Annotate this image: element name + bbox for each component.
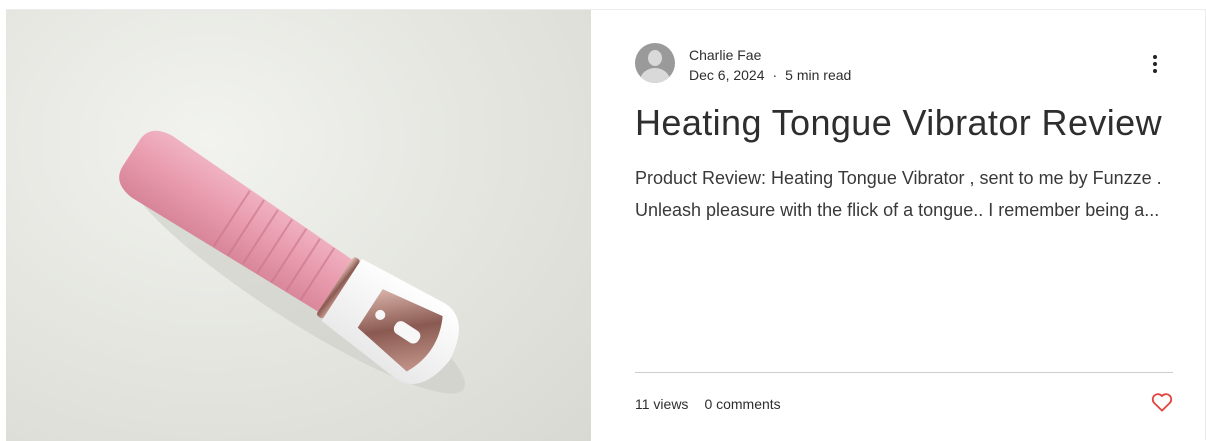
author-name[interactable]: Charlie Fae <box>689 47 761 63</box>
user-placeholder-icon <box>648 50 662 66</box>
author-avatar[interactable] <box>635 43 675 83</box>
product-photo <box>119 130 466 394</box>
meta-separator: · <box>772 67 778 83</box>
read-time: 5 min read <box>785 67 852 83</box>
heart-icon[interactable] <box>1151 392 1173 412</box>
more-vertical-icon[interactable] <box>1145 53 1165 75</box>
post-excerpt[interactable]: Product Review: Heating Tongue Vibrator … <box>635 162 1175 226</box>
post-title[interactable]: Heating Tongue Vibrator Review <box>635 102 1162 144</box>
post-card[interactable]: Charlie Fae Dec 6, 2024 · 5 min read Heati… <box>6 9 1206 441</box>
views-count: 11 views <box>635 396 689 412</box>
post-cover-image[interactable] <box>6 10 591 441</box>
post-meta: Dec 6, 2024 · 5 min read <box>689 67 851 83</box>
comments-count[interactable]: 0 comments <box>704 396 780 412</box>
post-date: Dec 6, 2024 <box>689 67 765 83</box>
divider <box>635 372 1173 373</box>
post-content: Charlie Fae Dec 6, 2024 · 5 min read Heati… <box>635 10 1173 440</box>
post-stats: 11 views 0 comments <box>635 396 781 412</box>
